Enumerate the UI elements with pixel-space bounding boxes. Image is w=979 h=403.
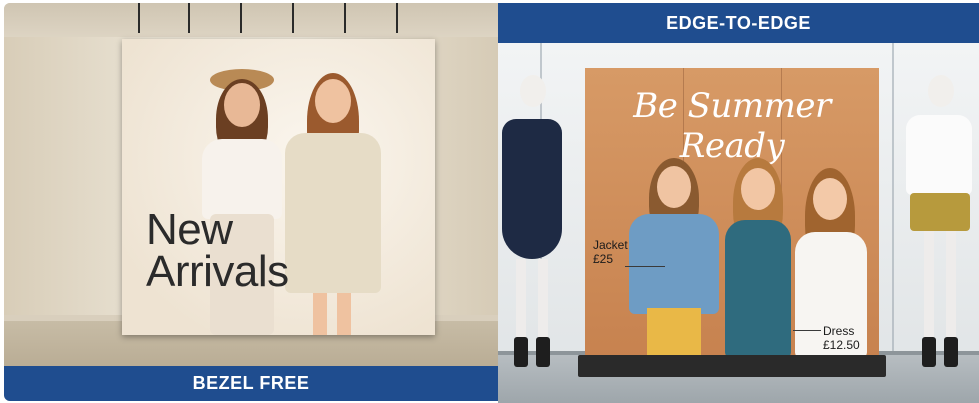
- price-tag-price: £25: [593, 252, 614, 266]
- headline-line-1: New: [146, 205, 233, 254]
- hanger-rod: [396, 3, 398, 33]
- hanger-rod: [188, 3, 190, 33]
- price-tag-item: Jacket: [593, 238, 628, 252]
- led-wall-screen: New Arrivals: [122, 39, 435, 335]
- edge-to-edge-scene: EDGE-TO-EDGE Be Summer Ready Jacket £25 …: [498, 3, 979, 403]
- model-figure: [277, 67, 387, 335]
- mannequin-right: [900, 75, 979, 375]
- headline-line-2: Arrivals: [146, 247, 289, 296]
- screen-stand: [578, 355, 886, 377]
- bezel-free-scene: New Arrivals BEZEL FREE: [4, 3, 498, 401]
- price-tag-jacket: Jacket £25: [593, 238, 628, 266]
- led-window-screen: Be Summer Ready Jacket £25 Dress £12.50: [585, 68, 879, 358]
- hanger-rod: [240, 3, 242, 33]
- hanger-rod: [138, 3, 140, 33]
- price-tag-item: Dress: [823, 324, 855, 338]
- hanger-rod: [344, 3, 346, 33]
- leader-line: [793, 330, 821, 331]
- mannequin-left: [498, 75, 568, 375]
- hanger-rod: [292, 3, 294, 33]
- leader-line: [625, 266, 665, 267]
- bezel-free-caption: BEZEL FREE: [4, 366, 498, 401]
- screen-headline: Be Summer Ready: [633, 86, 831, 166]
- ceiling-rail: [4, 3, 498, 37]
- comparison-image: New Arrivals BEZEL FREE EDGE-TO-EDGE Be …: [0, 0, 979, 403]
- model-figure: [629, 158, 719, 358]
- price-tag-price: £12.50: [823, 338, 860, 352]
- model-figure: [723, 158, 793, 358]
- price-tag-dress: Dress £12.50: [823, 324, 860, 352]
- screen-headline: New Arrivals: [146, 205, 289, 296]
- window-frame: [892, 43, 894, 403]
- edge-to-edge-caption: EDGE-TO-EDGE: [498, 3, 979, 43]
